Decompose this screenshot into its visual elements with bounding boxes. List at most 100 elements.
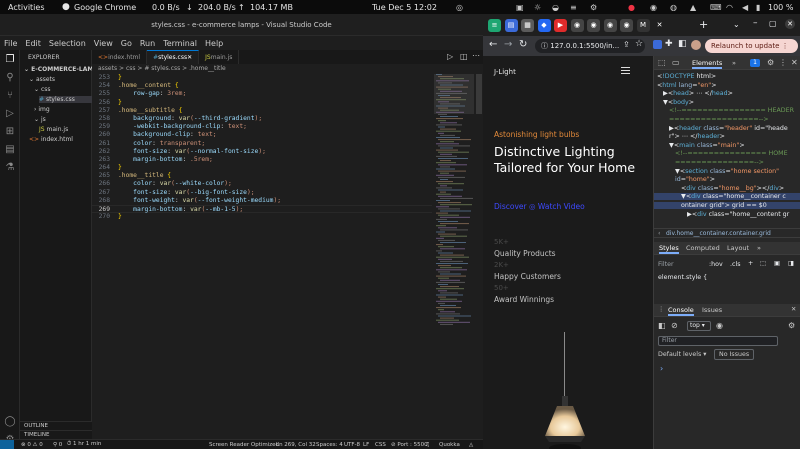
site-logo[interactable]: J-Light — [494, 68, 516, 76]
hover-state-toggle[interactable]: :hov — [709, 261, 723, 268]
code-line[interactable]: 257 .home__subtitle { — [92, 107, 432, 115]
timeline-panel-header[interactable]: TIMELINE — [20, 430, 92, 439]
browser-tab[interactable]: ◆ — [537, 19, 551, 32]
record-icon[interactable]: ● — [628, 3, 635, 12]
explorer-item[interactable]: › img — [34, 106, 50, 113]
extensions-puzzle-icon[interactable]: ✚ — [665, 39, 673, 49]
live-expression-eye-icon[interactable]: ◉ — [716, 321, 723, 330]
close-devtools-icon[interactable]: ✕ — [791, 58, 798, 67]
issues-badge[interactable]: 1 — [750, 59, 760, 67]
code-editor[interactable]: 253} 254 .home__content {255 row-gap: 3rem… — [92, 74, 432, 221]
code-line[interactable]: 256} — [92, 99, 432, 107]
breadcrumb[interactable]: assets > css > # styles.css > .home__tit… — [92, 64, 483, 74]
browser-tab[interactable]: ◉ — [587, 19, 600, 32]
site-info-icon[interactable]: ⓘ — [541, 42, 550, 50]
dom-node[interactable]: <!--================ HEADER — [654, 107, 794, 114]
add-rule-icon[interactable]: + — [748, 260, 753, 267]
volume-icon[interactable]: ◀ — [742, 3, 748, 12]
menu-file[interactable]: File — [0, 39, 21, 48]
dom-breadcrumb[interactable]: ‹ div.home__container.container.grid — [654, 228, 800, 238]
clear-console-icon[interactable]: ⊘ — [671, 321, 678, 330]
clock[interactable]: Tue Dec 5 12:02 — [372, 3, 437, 12]
code-line[interactable]: 259 -webkit-background-clip: text; — [92, 123, 432, 131]
dom-node[interactable]: ▶<div class="home__content gr — [654, 211, 789, 218]
browser-tab[interactable]: ▦ — [521, 19, 534, 32]
console-sidebar-icon[interactable]: ◧ — [658, 321, 666, 330]
tray-icon[interactable]: ◒ — [552, 3, 559, 12]
browser-tab[interactable]: ◉ — [570, 19, 584, 32]
dom-node[interactable]: ▼<div class="home__container c — [654, 193, 800, 201]
maximize-icon[interactable]: ▢ — [769, 19, 777, 28]
battery-level[interactable]: 100 % — [768, 3, 793, 12]
new-tab-button[interactable]: + — [699, 18, 708, 31]
code-line[interactable]: 262 font-size: var(--normal-font-size); — [92, 148, 432, 156]
menu-view[interactable]: View — [90, 39, 117, 48]
wifi-icon[interactable]: ◠ — [726, 3, 733, 12]
dom-node[interactable]: <!DOCTYPE html> — [654, 73, 716, 80]
explorer-item[interactable]: JS main.js — [39, 126, 68, 133]
console-settings-icon[interactable]: ⚙ — [788, 321, 795, 330]
menu-run[interactable]: Run — [136, 39, 159, 48]
files-icon[interactable]: ❐ — [4, 54, 16, 66]
tab-layout[interactable]: Layout — [727, 244, 749, 252]
more-tabs-button[interactable]: » — [732, 59, 736, 67]
extensions-icon[interactable]: ⊞ — [4, 126, 16, 138]
bookmark-star-icon[interactable]: ☆ — [635, 39, 643, 49]
notifications-icon[interactable]: ◬ — [466, 442, 476, 448]
browser-tab[interactable]: ▤ — [504, 19, 518, 32]
more-tabs-button[interactable]: » — [757, 244, 761, 252]
code-line[interactable]: 253} — [92, 74, 432, 82]
back-icon[interactable]: ← — [489, 39, 497, 50]
code-line[interactable]: 255 row-gap: 3rem; — [92, 90, 432, 98]
scrollbar[interactable] — [476, 74, 482, 114]
tab-index-html[interactable]: <> index.html — [92, 50, 148, 64]
watch-video-link[interactable]: ◎ Watch Video — [529, 202, 585, 211]
code-line[interactable]: 264} — [92, 164, 432, 172]
close-tab-icon[interactable]: ✕ — [187, 54, 192, 61]
explorer-item[interactable]: ⌄ css — [34, 86, 51, 93]
element-state-icon[interactable]: ▣ — [774, 260, 780, 267]
computed-styles-icon[interactable]: ⬚ — [760, 260, 766, 267]
dom-node[interactable]: ▶<header class="header" id="heade — [654, 125, 788, 132]
inspect-element-icon[interactable]: ⬚ — [658, 58, 666, 67]
dom-node[interactable]: ▶<head> ⋯ </head> — [654, 90, 733, 97]
device-toolbar-icon[interactable]: ▭ — [672, 58, 680, 67]
explorer-item[interactable]: ⌄ js — [34, 116, 46, 123]
forward-icon[interactable]: → — [504, 39, 512, 50]
close-drawer-icon[interactable]: ✕ — [791, 306, 796, 313]
styles-filter-input[interactable]: Filter — [658, 261, 674, 268]
menu-selection[interactable]: Selection — [45, 39, 90, 48]
tray-icon[interactable]: ▣ — [516, 3, 524, 12]
drawer-menu-icon[interactable]: ⋮ — [658, 306, 664, 313]
time-tracker[interactable]: ⏱ 1 hr 1 min — [64, 441, 104, 448]
log-levels-dropdown[interactable]: Default levels ▾ — [658, 351, 706, 358]
close-tab-icon[interactable]: ✕ — [653, 19, 666, 32]
element-style-rule[interactable]: element.style { — [658, 274, 707, 281]
tab-console[interactable]: Console — [668, 306, 694, 316]
screen-reader-status[interactable]: Screen Reader Optimized — [206, 442, 282, 448]
discover-button[interactable]: Discover — [494, 202, 527, 211]
tab-main-js[interactable]: JS main.js — [199, 50, 240, 64]
share-icon[interactable]: ⇪ — [623, 40, 630, 49]
minimize-icon[interactable]: – — [753, 18, 758, 28]
issues-button[interactable]: No Issues — [714, 349, 755, 360]
tray-icon[interactable]: ☼ — [534, 3, 541, 12]
menu-edit[interactable]: Edit — [21, 39, 45, 48]
menu-go[interactable]: Go — [117, 39, 136, 48]
tab-computed[interactable]: Computed — [686, 244, 720, 252]
dom-node[interactable]: ▼<section class="home section" — [654, 168, 779, 175]
dom-node[interactable]: <div class="home__bg"></div> — [654, 185, 784, 192]
code-line[interactable]: 266 color: var(--white-color); — [92, 180, 432, 188]
more-actions-icon[interactable]: ⋯ — [472, 51, 480, 60]
account-icon[interactable]: ◯ — [4, 416, 16, 428]
remote-icon[interactable]: ▤ — [4, 144, 16, 156]
code-line[interactable]: 270} — [92, 213, 432, 221]
browser-tab[interactable]: ≡ — [488, 19, 501, 32]
code-line[interactable]: 267 font-size: var(--big-font-size); — [92, 189, 432, 197]
relaunch-to-update-button[interactable]: Relaunch to update ⋮ — [705, 39, 798, 53]
class-toggle[interactable]: .cls — [730, 261, 741, 268]
tray-icon[interactable]: ≡ — [570, 3, 577, 12]
close-window-icon[interactable]: ✕ — [785, 19, 795, 29]
code-line[interactable]: 258 background: var(--third-gradient); — [92, 115, 432, 123]
testing-icon[interactable]: ⚗ — [4, 162, 16, 174]
